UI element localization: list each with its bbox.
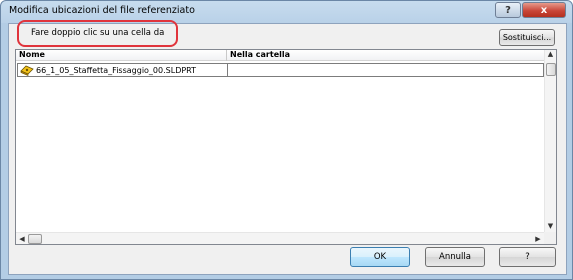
- cell-folder[interactable]: [228, 64, 543, 76]
- grid-header: Nome Nella cartella: [16, 50, 544, 61]
- column-header-name[interactable]: Nome: [16, 50, 227, 61]
- title-help-button[interactable]: ?: [495, 2, 521, 18]
- file-name-text: 66_1_05_Staffetta_Fissaggio_00.SLDPRT: [36, 65, 197, 75]
- column-header-folder[interactable]: Nella cartella: [227, 50, 544, 61]
- solidworks-part-icon: [20, 65, 34, 76]
- horizontal-scrollbar[interactable]: ◀ ▶: [16, 232, 544, 244]
- ok-button[interactable]: OK: [350, 247, 410, 267]
- scroll-left-icon[interactable]: ◀: [17, 234, 27, 244]
- close-button[interactable]: x: [522, 2, 566, 18]
- cell-file-name[interactable]: 66_1_05_Staffetta_Fissaggio_00.SLDPRT: [18, 64, 228, 76]
- horizontal-scroll-thumb[interactable]: [28, 234, 42, 244]
- file-references-grid: Nome Nella cartella 66_1_05_Staffetta_Fi…: [15, 49, 557, 245]
- hint-text: Fare doppio clic su una cella da: [31, 28, 165, 38]
- caption-buttons: ? x: [495, 2, 566, 18]
- close-icon: x: [540, 4, 548, 16]
- scroll-right-icon[interactable]: ▶: [533, 234, 543, 244]
- scroll-up-icon[interactable]: ▲: [545, 50, 556, 61]
- table-row[interactable]: 66_1_05_Staffetta_Fissaggio_00.SLDPRT: [17, 63, 544, 77]
- dialog-window: Modifica ubicazioni del file referenziat…: [0, 0, 573, 280]
- vertical-scroll-thumb[interactable]: [546, 63, 556, 76]
- replace-button[interactable]: Sostituisci...: [499, 29, 555, 46]
- cancel-button[interactable]: Annulla: [425, 247, 485, 267]
- vertical-scrollbar[interactable]: ▲ ▼: [544, 50, 556, 233]
- help-button[interactable]: ?: [499, 247, 556, 267]
- window-title: Modifica ubicazioni del file referenziat…: [9, 5, 195, 16]
- scrollbar-corner: [544, 232, 556, 244]
